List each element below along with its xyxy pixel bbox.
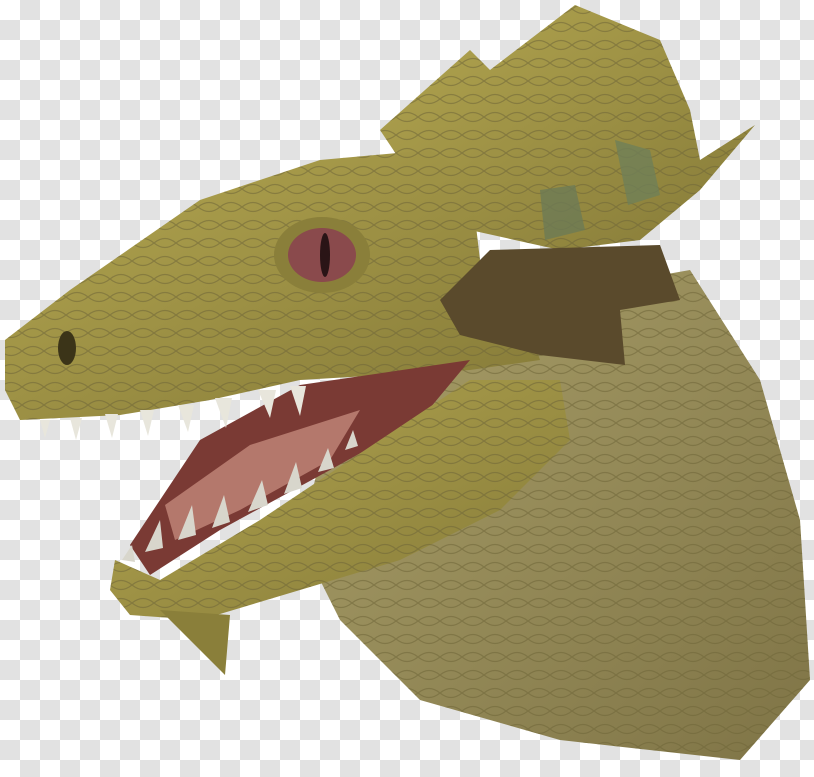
image-canvas	[0, 0, 814, 777]
chin-spike	[160, 610, 230, 675]
nostril	[58, 331, 76, 365]
eye-pupil	[320, 233, 330, 277]
dinosaur-head-illustration	[5, 5, 810, 760]
